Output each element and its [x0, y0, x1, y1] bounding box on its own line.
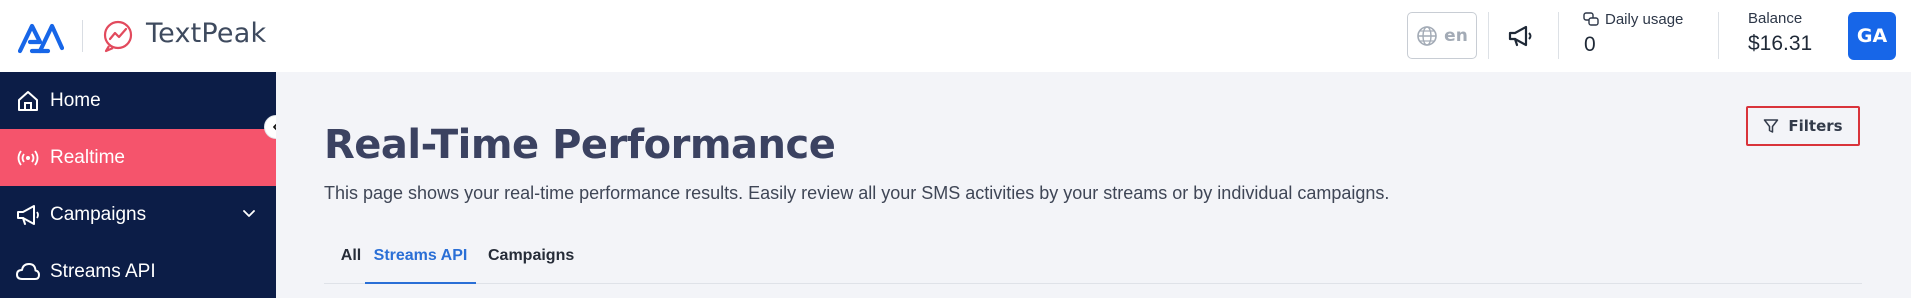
page-description: This page shows your real-time performan… [324, 183, 1390, 203]
sidebar-item-streams-api[interactable]: Streams API [0, 243, 276, 300]
tab-bar: All Streams API Campaigns [324, 242, 1862, 284]
globe-icon [1417, 25, 1437, 46]
chevron-down-icon [243, 210, 255, 217]
tab-campaigns[interactable]: Campaigns [488, 247, 574, 284]
sidebar-item-label: Campaigns [50, 203, 147, 225]
brand-chat-icon [103, 20, 133, 53]
daily-usage-value: 0 [1584, 33, 1596, 56]
sidebar-item-label: Home [50, 89, 101, 111]
header-separator [1558, 12, 1559, 59]
sidebar-item-label: Streams API [50, 260, 156, 282]
balance-value: $16.31 [1748, 32, 1813, 55]
broadcast-icon [17, 150, 39, 166]
page-title: Real-Time Performance [324, 122, 836, 168]
daily-usage: Daily usage 0 [1583, 11, 1683, 57]
language-code: en [1444, 25, 1468, 46]
language-selector[interactable]: en [1407, 12, 1477, 59]
daily-usage-label: Daily usage [1605, 11, 1684, 28]
filters-label: Filters [1788, 117, 1843, 135]
tab-all[interactable]: All [336, 247, 366, 284]
sidebar: Home Realtime Campaigns Streams API [0, 72, 276, 298]
sidebar-item-label: Realtime [50, 146, 125, 168]
top-bar: TextPeak en Daily usage 0 Balance $16.31 [0, 0, 1911, 72]
logo-divider [82, 20, 83, 52]
chat-bubbles-icon [1583, 12, 1599, 26]
app-logo-icon[interactable] [18, 18, 64, 54]
sidebar-item-campaigns[interactable]: Campaigns [0, 186, 276, 243]
brand-name: TextPeak [146, 18, 267, 49]
cloud-icon [16, 263, 40, 280]
filters-button[interactable]: Filters [1746, 106, 1860, 146]
header-separator [1718, 12, 1719, 59]
home-icon [18, 91, 38, 111]
balance-label: Balance [1748, 10, 1803, 27]
sidebar-item-realtime[interactable]: Realtime [0, 129, 276, 186]
megaphone-icon [17, 205, 39, 225]
header-separator [1488, 12, 1489, 59]
tab-streams-api[interactable]: Streams API [365, 247, 476, 284]
user-avatar[interactable]: GA [1848, 12, 1896, 60]
sidebar-item-home[interactable]: Home [0, 72, 276, 129]
balance: Balance $16.31 [1748, 10, 1812, 56]
announcement-icon[interactable] [1506, 24, 1534, 48]
filter-icon [1764, 119, 1779, 133]
